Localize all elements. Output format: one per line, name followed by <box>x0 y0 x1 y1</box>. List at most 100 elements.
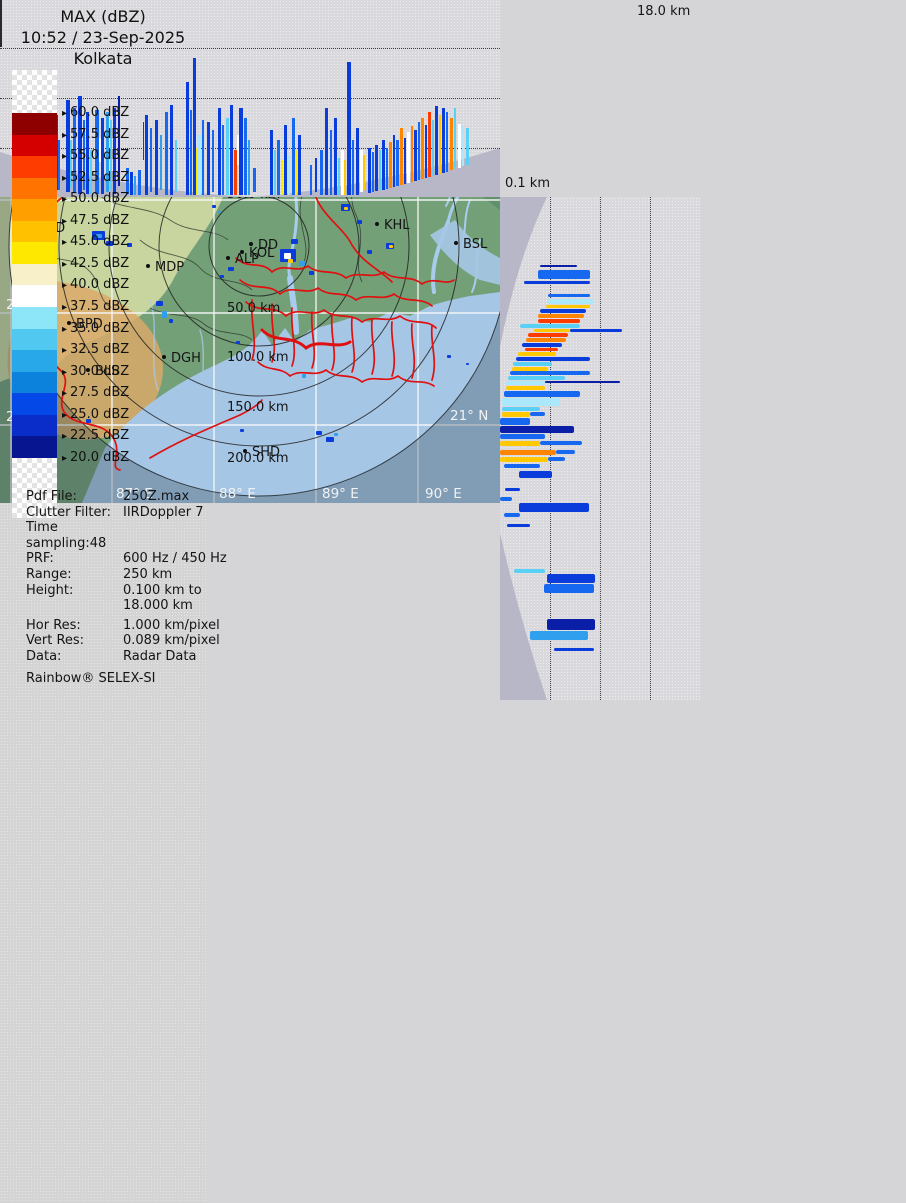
echo-column <box>212 130 214 192</box>
echo-column <box>295 150 297 195</box>
echo-bar <box>500 497 512 501</box>
echo-column <box>382 140 385 190</box>
echo-bar <box>530 412 545 416</box>
echo-bar <box>547 619 595 630</box>
echo-column <box>407 132 410 183</box>
echo-column <box>277 140 280 195</box>
echo-bar <box>538 314 584 318</box>
scale-tick-arrow: ▸ <box>62 108 67 119</box>
product-datetime: 10:52 / 23-Sep-2025 <box>0 27 206 48</box>
metadata-row: Pdf File:250Z.max <box>26 489 227 505</box>
echo-column <box>325 108 328 195</box>
echo-bar <box>518 352 556 356</box>
metadata-value: 18.000 km <box>123 598 193 614</box>
side-height-profile-panel <box>500 197 700 700</box>
metadata-value: 600 Hz / 450 Hz <box>123 551 227 567</box>
scale-band <box>12 393 57 415</box>
scale-label: ▸52.5 dBZ <box>62 170 129 185</box>
echo-bar <box>548 299 594 304</box>
echo-bar <box>530 631 588 640</box>
echo-bar <box>556 450 575 454</box>
echo-bar <box>504 513 520 517</box>
svg-text:89° E: 89° E <box>322 486 359 502</box>
scale-tick-arrow: ▸ <box>62 324 67 335</box>
svg-text:90° E: 90° E <box>425 486 462 502</box>
scale-label: ▸55.0 dBZ <box>62 148 129 163</box>
echo-bar <box>524 281 590 284</box>
echo-bar <box>540 265 577 267</box>
echo-column <box>226 118 229 195</box>
echo-bar <box>554 648 594 651</box>
metadata-row: PRF:600 Hz / 450 Hz <box>26 551 227 567</box>
echo-column <box>298 135 301 195</box>
echo-bar <box>500 441 540 446</box>
echo-column <box>425 125 427 178</box>
echo-column <box>462 126 464 166</box>
echo-bar <box>510 371 590 375</box>
scale-band <box>12 436 57 458</box>
echo-column <box>145 115 148 195</box>
echo-column <box>190 110 192 195</box>
echo-bar <box>545 381 620 383</box>
scale-tick-arrow: ▸ <box>62 237 67 248</box>
scale-tick-arrow: ▸ <box>62 259 67 270</box>
scale-tick-arrow: ▸ <box>62 173 67 184</box>
metadata-value: 0.100 km to <box>123 583 202 599</box>
echo-column <box>466 128 469 165</box>
echo-column <box>143 122 144 160</box>
echo-column <box>356 128 359 195</box>
echo-column <box>330 130 332 195</box>
scale-label: ▸30.0 dBZ <box>62 364 129 379</box>
echo-column <box>418 122 420 180</box>
scale-band <box>12 415 57 437</box>
metadata-row: Hor Res:1.000 km/pixel <box>26 618 227 634</box>
scale-band <box>12 199 57 221</box>
echo-bar <box>544 584 594 593</box>
scale-tick-arrow: ▸ <box>62 388 67 399</box>
metadata-label: Clutter Filter: <box>26 505 123 521</box>
echo-bar <box>504 391 580 397</box>
echo-column <box>270 130 273 195</box>
scale-label: ▸32.5 dBZ <box>62 342 129 357</box>
echo-column <box>396 140 399 186</box>
echo-column <box>170 105 173 195</box>
echo-bar <box>520 324 580 328</box>
scale-label: ▸37.5 dBZ <box>62 299 129 314</box>
scale-band <box>12 329 57 351</box>
scale-label: ▸42.5 dBZ <box>62 256 129 271</box>
echo-bar <box>548 457 565 461</box>
echo-bar <box>514 569 545 573</box>
height-gridline <box>0 98 500 99</box>
svg-text:150.0 km: 150.0 km <box>227 400 289 415</box>
echo-bar <box>506 381 545 385</box>
scale-tick-arrow: ▸ <box>62 345 67 356</box>
echo-column <box>439 115 441 174</box>
echo-bar <box>538 270 590 279</box>
scale-band <box>12 242 57 264</box>
echo-bar <box>538 319 580 323</box>
echo-column <box>134 176 136 195</box>
echo-bar <box>548 294 590 297</box>
echo-column <box>320 150 323 195</box>
echo-column <box>435 106 438 175</box>
echo-column <box>160 135 162 190</box>
echo-bar <box>547 574 595 583</box>
scale-tick-arrow: ▸ <box>62 216 67 227</box>
echo-bar <box>500 426 574 433</box>
metadata-value: 0.089 km/pixel <box>123 633 220 649</box>
metadata-row: Height:0.100 km to <box>26 583 227 599</box>
svg-text:BSL: BSL <box>463 237 488 252</box>
echo-column <box>186 82 189 195</box>
product-title: MAX (dBZ) 10:52 / 23-Sep-2025 Kolkata <box>0 6 206 69</box>
echo-column <box>288 155 290 195</box>
height-gridline <box>600 197 601 700</box>
echo-column <box>372 152 374 192</box>
color-scale <box>12 70 57 518</box>
echo-bar <box>516 357 590 361</box>
scale-band <box>12 350 57 372</box>
echo-column <box>334 118 337 195</box>
height-axis-max-label: 18.0 km <box>637 4 690 19</box>
scale-label: ▸45.0 dBZ <box>62 234 129 249</box>
scale-tick-arrow: ▸ <box>62 367 67 378</box>
metadata-label: Range: <box>26 567 123 583</box>
